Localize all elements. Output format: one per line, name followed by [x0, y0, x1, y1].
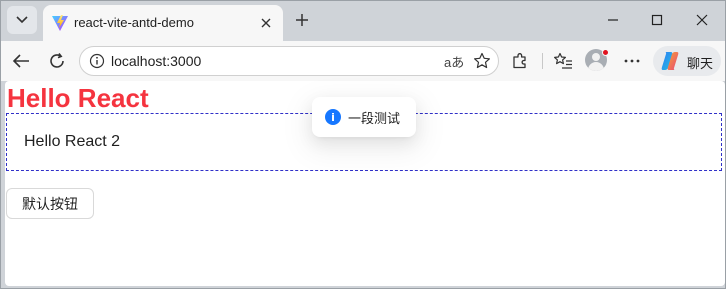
- extensions-button[interactable]: [506, 47, 534, 75]
- browser-window: react-vite-antd-demo localhost:3000 aあ 聊…: [0, 0, 726, 289]
- avatar-body: [588, 62, 604, 71]
- browser-toolbar: localhost:3000 aあ 聊天: [1, 41, 725, 81]
- more-menu-button[interactable]: [618, 47, 646, 75]
- tab-title: react-vite-antd-demo: [74, 15, 194, 30]
- copilot-icon: [661, 52, 679, 70]
- close-icon: [261, 18, 271, 28]
- minimize-button[interactable]: [598, 7, 628, 33]
- address-bar[interactable]: localhost:3000 aあ: [79, 46, 499, 76]
- tab-close-button[interactable]: [257, 14, 275, 32]
- copilot-button[interactable]: 聊天: [653, 46, 721, 76]
- refresh-icon: [50, 53, 64, 68]
- favorites-list-icon: [554, 52, 572, 69]
- star-icon[interactable]: [472, 51, 492, 71]
- page-heading: Hello React: [7, 83, 149, 113]
- window-close-button[interactable]: [687, 7, 717, 33]
- message-text: 一段测试: [348, 112, 401, 127]
- maximize-button[interactable]: [642, 7, 672, 33]
- copilot-label: 聊天: [687, 56, 714, 71]
- back-button[interactable]: [7, 47, 35, 75]
- default-button[interactable]: 默认按钮: [6, 188, 94, 219]
- tab-strip: react-vite-antd-demo: [1, 1, 725, 41]
- avatar-head: [592, 53, 600, 61]
- arrow-left-icon: [12, 54, 29, 68]
- active-tab[interactable]: react-vite-antd-demo: [43, 5, 283, 41]
- read-aloud-icon[interactable]: aあ: [444, 52, 464, 71]
- maximize-icon: [651, 14, 663, 26]
- new-tab-button[interactable]: [290, 8, 314, 32]
- url-text[interactable]: localhost:3000: [111, 53, 201, 69]
- tab-actions-button[interactable]: [7, 6, 37, 34]
- site-info-icon[interactable]: [88, 52, 106, 70]
- message-toast: i 一段测试: [312, 97, 416, 137]
- notification-dot: [602, 49, 609, 56]
- info-icon: i: [325, 109, 341, 125]
- toolbar-divider: [542, 53, 543, 69]
- more-icon: [624, 59, 640, 63]
- minimize-icon: [608, 19, 618, 21]
- vite-logo-icon: [52, 15, 68, 31]
- plus-icon: [296, 14, 308, 26]
- puzzle-icon: [513, 53, 526, 69]
- chevron-down-icon: [16, 16, 28, 24]
- favorites-button[interactable]: [549, 47, 577, 75]
- refresh-button[interactable]: [43, 47, 71, 75]
- close-icon: [696, 14, 708, 26]
- content-box-text: Hello React 2: [24, 133, 121, 150]
